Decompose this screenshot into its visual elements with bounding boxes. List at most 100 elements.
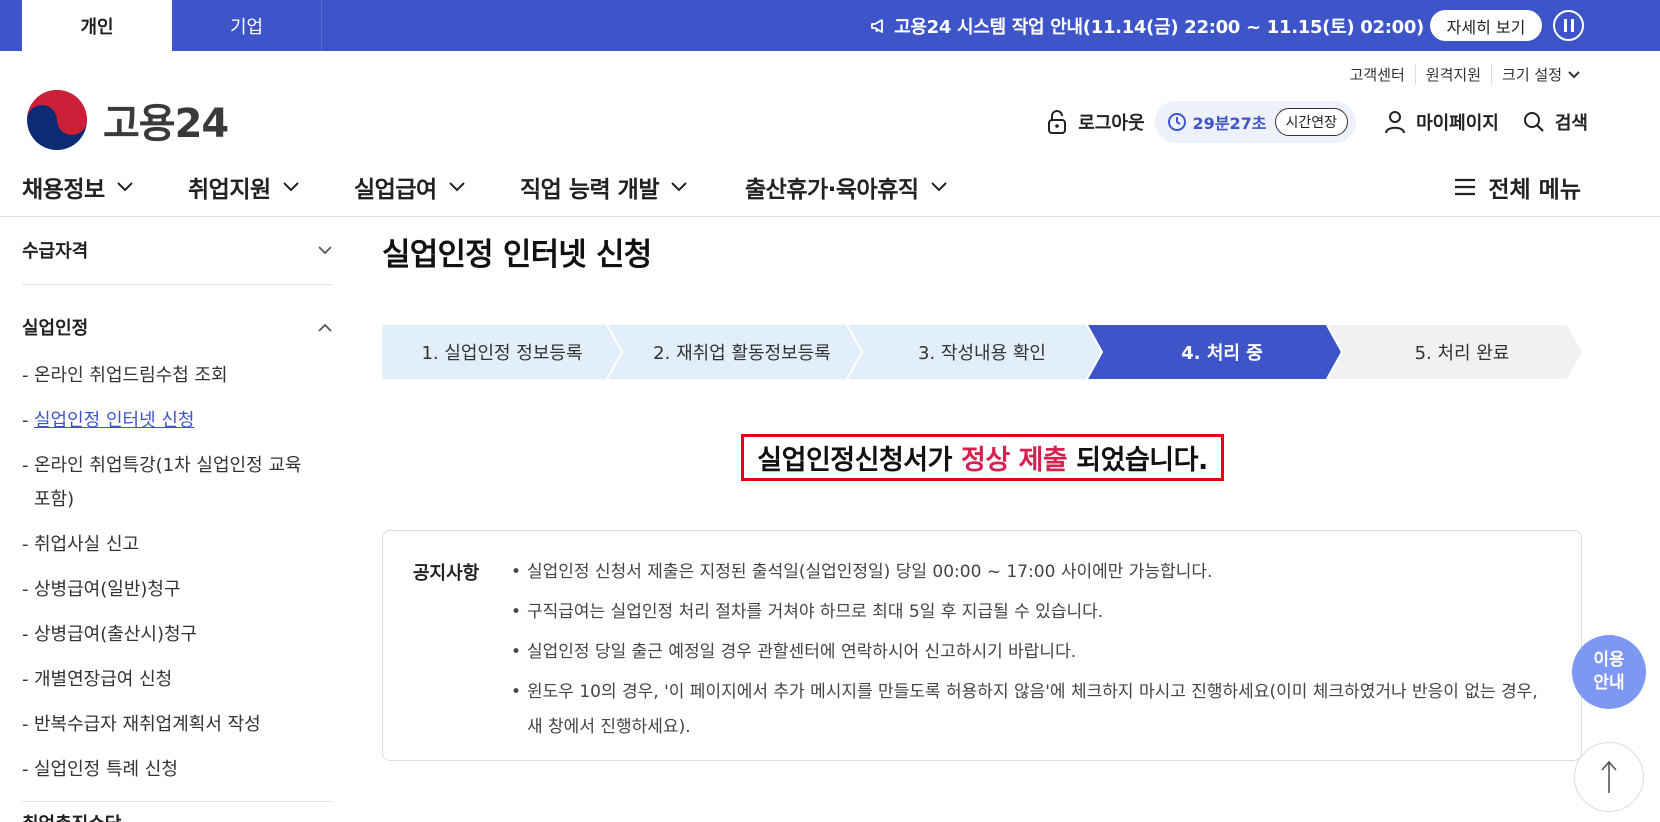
page-title: 실업인정 인터넷 신청 [382, 237, 652, 273]
site-logo[interactable]: 고용24 [25, 88, 229, 152]
result-suffix: 되었습니다. [1076, 445, 1208, 476]
usage-guide-button[interactable]: 이용 안내 [1572, 635, 1646, 709]
megaphone-icon [871, 18, 884, 33]
result-prefix: 실업인정신청서가 [757, 445, 952, 476]
gnb-item-unemployment-benefit[interactable]: 실업급여 [354, 170, 465, 204]
search-label: 검색 [1554, 113, 1588, 134]
gnb-item-label: 출산휴가·육아휴직 [745, 177, 919, 203]
sidebar-item-label: 취업사실 신고 [34, 534, 140, 555]
sidebar-item-employment-report[interactable]: - 취업사실 신고 [22, 528, 332, 562]
sidebar-item-label: 온라인 취업특강(1차 실업인정 교육 포함) [34, 455, 302, 510]
link-customer-center[interactable]: 고객센터 [1340, 64, 1415, 85]
arrow-up-icon [1601, 760, 1617, 793]
chevron-up-icon [318, 323, 332, 332]
sidebar-item-extended-benefit[interactable]: - 개별연장급여 신청 [22, 663, 332, 697]
tab-company[interactable]: 기업 [172, 0, 322, 51]
gnb-item-vocational-training[interactable]: 직업 능력 개발 [520, 170, 687, 204]
sidebar-item-reemployment-plan[interactable]: - 반복수급자 재취업계획서 작성 [22, 708, 332, 742]
notice-item: 구직급여는 실업인정 처리 절차를 거쳐야 하므로 최대 5일 후 지급될 수 … [511, 595, 1551, 630]
notice-title: 공지사항 [413, 563, 480, 584]
global-nav: 채용정보 취업지원 실업급여 직업 능력 개발 출산휴가·육아휴직 전체 메뉴 [0, 160, 1660, 217]
system-notice[interactable]: 고용24 시스템 작업 안내(11.14(금) 22:00 ~ 11.15(토)… [870, 0, 1424, 51]
scroll-top-button[interactable] [1574, 742, 1644, 812]
gnb-item-label: 채용정보 [22, 177, 105, 203]
sidebar-section-label: 수급자격 [22, 241, 89, 262]
sidebar: 수급자격 실업인정 - 온라인 취업드림수첩 조회 - 실업인정 인터넷 신청 -온… [22, 228, 332, 822]
sidebar-section-partial[interactable]: 취업촉진수당 [22, 810, 121, 822]
step-2: 2. 재취업 활동정보등록 [653, 343, 831, 364]
search-icon [1523, 112, 1544, 132]
notice-item: 윈도우 10의 경우, '이 페이지에서 추가 메시지를 만들도록 허용하지 않… [511, 675, 1551, 745]
sidebar-divider [22, 801, 332, 802]
result-highlight: 정상 제출 [961, 445, 1068, 476]
extend-time-button[interactable]: 시간연장 [1274, 108, 1349, 136]
logout-label: 로그아웃 [1078, 113, 1145, 134]
gnb-item-parental-leave[interactable]: 출산휴가·육아휴직 [745, 170, 947, 204]
step-1: 1. 실업인정 정보등록 [421, 343, 583, 364]
chevron-down-icon [318, 245, 332, 254]
pause-button[interactable] [1553, 10, 1584, 41]
lock-icon [1048, 110, 1067, 134]
notice-box: 공지사항 실업인정 신청서 제출은 지정된 출석일(실업인정일) 당일 00:0… [382, 530, 1582, 761]
notice-item: 실업인정 신청서 제출은 지정된 출석일(실업인정일) 당일 00:00 ~ 1… [511, 555, 1551, 590]
sidebar-item-label: 온라인 취업드림수첩 조회 [34, 365, 228, 386]
chevron-down-icon [448, 182, 465, 192]
search-button[interactable]: 검색 [1523, 109, 1588, 135]
font-size-setting[interactable]: 크기 설정 [1491, 64, 1590, 85]
detail-button[interactable]: 자세히 보기 [1430, 10, 1542, 41]
chevron-down-icon [282, 182, 299, 192]
chevron-down-icon [930, 182, 947, 192]
gnb-item-label: 취업지원 [188, 177, 271, 203]
sidebar-item-label: 실업인정 인터넷 신청 [34, 410, 195, 431]
clock-icon [1167, 113, 1186, 131]
sidebar-items: - 온라인 취업드림수첩 조회 - 실업인정 인터넷 신청 - 온라인 취업특강(1차… [22, 359, 332, 787]
sidebar-section-unemployment-recognition[interactable]: 실업인정 [22, 305, 332, 349]
logout-button[interactable]: 로그아웃 [1046, 109, 1145, 135]
taegeuk-logo-icon [27, 90, 87, 150]
gnb-item-label: 직업 능력 개발 [520, 177, 659, 203]
sidebar-section-label: 실업인정 [22, 318, 89, 339]
notice-list: 실업인정 신청서 제출은 지정된 출석일(실업인정일) 당일 00:00 ~ 1… [511, 555, 1551, 750]
sidebar-item-dream-notebook[interactable]: - 온라인 취업드림수첩 조회 [22, 359, 332, 393]
step-5: 5. 처리 완료 [1414, 343, 1510, 364]
sidebar-item-label: 상병급여(일반)청구 [34, 579, 181, 600]
notice-item: 실업인정 당일 출근 예정일 경우 관할센터에 연락하시어 신고하시기 바랍니다… [511, 635, 1551, 670]
session-timer: 29분27초 시간연장 [1154, 101, 1357, 143]
sidebar-item-special-case[interactable]: - 실업인정 특례 신청 [22, 753, 332, 787]
font-size-label: 크기 설정 [1502, 66, 1562, 84]
tab-personal[interactable]: 개인 [22, 0, 172, 51]
gnb-item-label: 실업급여 [354, 177, 437, 203]
header-actions: 로그아웃 29분27초 시간연장 마이페이지 검색 [1046, 101, 1588, 143]
mypage-label: 마이페이지 [1416, 113, 1499, 134]
all-menu-label: 전체 메뉴 [1488, 177, 1581, 203]
utility-links: 고객센터 원격지원 크기 설정 [1340, 64, 1590, 85]
sidebar-section-eligibility[interactable]: 수급자격 [22, 228, 332, 272]
link-remote-support[interactable]: 원격지원 [1414, 64, 1491, 85]
gnb-item-employment-support[interactable]: 취업지원 [188, 170, 299, 204]
session-time: 29분27초 [1192, 114, 1267, 133]
gnb-item-jobs[interactable]: 채용정보 [22, 170, 133, 204]
chevron-down-icon [671, 182, 687, 192]
sidebar-item-internet-application[interactable]: - 실업인정 인터넷 신청 [22, 404, 332, 438]
hamburger-icon [1455, 178, 1476, 196]
sidebar-item-label: 상병급여(출산시)청구 [34, 624, 198, 645]
sidebar-item-sickness-benefit-childbirth[interactable]: - 상병급여(출산시)청구 [22, 618, 332, 652]
mypage-button[interactable]: 마이페이지 [1384, 109, 1499, 135]
progress-steps: 1. 실업인정 정보등록 2. 재취업 활동정보등록 3. 작성내용 확인 4.… [382, 325, 1582, 379]
sidebar-divider [22, 284, 332, 285]
sidebar-item-label: 개별연장급여 신청 [34, 669, 173, 690]
all-menu-button[interactable]: 전체 메뉴 [1454, 170, 1581, 204]
step-3: 3. 작성내용 확인 [918, 343, 1046, 364]
sidebar-item-online-lecture[interactable]: - 온라인 취업특강(1차 실업인정 교육 포함) [22, 449, 312, 517]
submission-result: 실업인정신청서가 정상 제출 되었습니다. [741, 434, 1224, 481]
user-icon [1385, 111, 1406, 134]
chevron-down-icon [1568, 70, 1580, 78]
logo-text: 고용24 [103, 101, 229, 147]
pause-icon [1563, 19, 1567, 32]
sidebar-item-label: 실업인정 특례 신청 [34, 759, 178, 780]
top-bar: 개인 기업 고용24 시스템 작업 안내(11.14(금) 22:00 ~ 11… [0, 0, 1660, 51]
step-4-current: 4. 처리 중 [1181, 343, 1263, 364]
chevron-down-icon [116, 182, 133, 192]
sidebar-item-label: 반복수급자 재취업계획서 작성 [34, 714, 261, 735]
sidebar-item-sickness-benefit[interactable]: - 상병급여(일반)청구 [22, 573, 332, 607]
